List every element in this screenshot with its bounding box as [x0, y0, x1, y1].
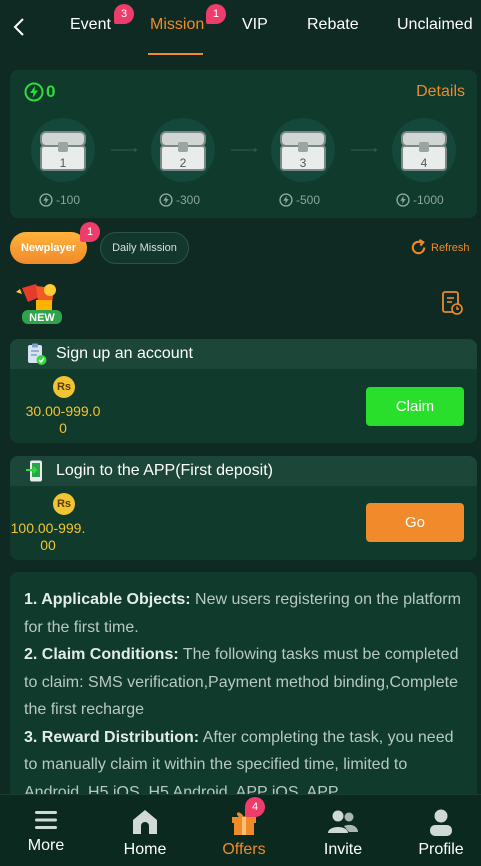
- rule-heading: 2. Claim Conditions:: [24, 646, 179, 663]
- task-header: Login to the APP(First deposit): [10, 456, 477, 486]
- nav-invite[interactable]: Invite: [298, 795, 388, 866]
- chest-progress-card: 0 Details 1 2 3 4 -100 -300 -500 -1000: [10, 70, 477, 218]
- home-icon: [133, 810, 157, 834]
- energy-icon: [39, 193, 53, 207]
- active-tab-indicator: [148, 53, 203, 55]
- rupee-coin-icon: Rs: [53, 493, 75, 515]
- new-gift-logo: NEW: [16, 284, 62, 324]
- task-reward-amount: 30.00-999.0 0: [13, 403, 113, 437]
- chest-cost-value: -300: [176, 193, 201, 207]
- tab-daily-mission[interactable]: Daily Mission: [100, 232, 189, 264]
- tab-event[interactable]: Event: [70, 16, 111, 34]
- rule-heading: 1. Applicable Objects:: [24, 591, 191, 608]
- chest-cost-value: -100: [56, 193, 81, 207]
- nav-more[interactable]: More: [1, 795, 91, 866]
- arrow-right-icon: [231, 148, 258, 152]
- chest-cost-value: -1000: [413, 193, 444, 207]
- task-title: Sign up an account: [56, 345, 193, 362]
- treasure-chest-icon: 2: [160, 131, 206, 171]
- energy-icon: [159, 193, 173, 207]
- rules-panel: 1. Applicable Objects: New users registe…: [10, 572, 477, 794]
- energy-icon: [279, 193, 293, 207]
- tab-unclaimed[interactable]: Unclaimed: [397, 16, 473, 34]
- energy-value: 0: [46, 82, 56, 101]
- new-logo-text: NEW: [29, 312, 55, 324]
- newplayer-badge: 1: [80, 222, 100, 242]
- chest-1[interactable]: 1: [31, 118, 95, 182]
- tab-event-badge: 3: [114, 4, 134, 24]
- treasure-chest-icon: 4: [401, 131, 447, 171]
- energy-icon: [24, 82, 44, 102]
- task-title: Login to the APP(First deposit): [56, 462, 273, 479]
- rupee-coin-icon: Rs: [53, 376, 75, 398]
- nav-label: Home: [123, 841, 167, 858]
- chest-number: 3: [300, 156, 307, 170]
- tab-newplayer[interactable]: Newplayer: [10, 232, 87, 264]
- chest-number: 4: [421, 156, 428, 170]
- task-reward-amount: 100.00-999. 00: [10, 520, 98, 554]
- tab-rebate[interactable]: Rebate: [307, 16, 359, 34]
- nav-home[interactable]: Home: [100, 795, 190, 866]
- energy-icon: [396, 193, 410, 207]
- arrow-right-icon: [351, 148, 378, 152]
- arrow-right-icon: [111, 148, 138, 152]
- nav-offers[interactable]: Offers: [199, 795, 289, 866]
- task-reward-line2: 00: [40, 537, 56, 553]
- nav-label: Profile: [418, 841, 464, 858]
- refresh-icon: [411, 239, 426, 255]
- nav-offers-badge: 4: [245, 797, 265, 817]
- chest-cost-3: -500: [279, 193, 320, 207]
- nav-profile[interactable]: Profile: [396, 795, 481, 866]
- chest-number: 2: [180, 156, 187, 170]
- task-header: Sign up an account: [10, 339, 477, 369]
- history-button[interactable]: [440, 290, 464, 321]
- claim-button[interactable]: Claim: [366, 387, 464, 426]
- users-icon: [328, 810, 358, 833]
- tab-mission[interactable]: Mission: [150, 16, 204, 34]
- treasure-chest-icon: 3: [280, 131, 326, 171]
- menu-icon: [35, 811, 57, 829]
- chest-number: 1: [60, 156, 67, 170]
- chest-cost-2: -300: [159, 193, 200, 207]
- clipboard-check-icon: [28, 343, 47, 365]
- task-card-signup: Sign up an account Rs 30.00-999.0 0 Clai…: [10, 339, 477, 443]
- bottom-navigation: More Home Offers 4 Invite Profile: [0, 794, 481, 866]
- go-button[interactable]: Go: [366, 503, 464, 542]
- rule-item: 3. Reward Distribution: After completing…: [24, 724, 463, 795]
- back-button[interactable]: [8, 14, 30, 40]
- energy-balance: 0: [24, 82, 55, 102]
- rule-heading: 3. Reward Distribution:: [24, 728, 200, 746]
- profile-icon: [430, 809, 452, 836]
- rule-item: 2. Claim Conditions: The following tasks…: [24, 641, 463, 724]
- tab-mission-badge: 1: [206, 4, 226, 24]
- document-clock-icon: [442, 291, 463, 315]
- top-tab-bar: Event 3 Mission 1 VIP Rebate Unclaimed: [0, 0, 481, 56]
- chest-cost-1: -100: [39, 193, 80, 207]
- treasure-chest-icon: 1: [40, 131, 86, 171]
- claim-button-label: Claim: [395, 398, 435, 415]
- chest-2[interactable]: 2: [151, 118, 215, 182]
- tab-newplayer-label: Newplayer: [20, 242, 77, 254]
- refresh-button[interactable]: Refresh: [409, 238, 470, 257]
- chest-cost-4: -1000: [396, 193, 444, 207]
- tab-daily-mission-label: Daily Mission: [112, 242, 177, 254]
- rule-item: 1. Applicable Objects: New users registe…: [24, 586, 463, 641]
- chevron-left-icon: [13, 18, 24, 36]
- chest-cost-value: -500: [296, 193, 321, 207]
- nav-label: Invite: [323, 841, 363, 858]
- task-reward-line2: 0: [59, 420, 67, 436]
- task-reward-line1: 100.00-999.: [10, 520, 86, 536]
- refresh-label: Refresh: [431, 241, 470, 254]
- task-reward-line1: 30.00-999.0: [25, 403, 101, 419]
- task-card-first-deposit: Login to the APP(First deposit) Rs 100.0…: [10, 456, 477, 560]
- chest-4[interactable]: 4: [392, 118, 456, 182]
- chest-3[interactable]: 3: [271, 118, 335, 182]
- details-link[interactable]: Details: [416, 83, 465, 101]
- nav-label: More: [27, 837, 65, 854]
- go-button-label: Go: [404, 514, 425, 531]
- phone-login-icon: [26, 460, 42, 482]
- tab-vip[interactable]: VIP: [242, 16, 268, 34]
- nav-label: Offers: [222, 841, 266, 858]
